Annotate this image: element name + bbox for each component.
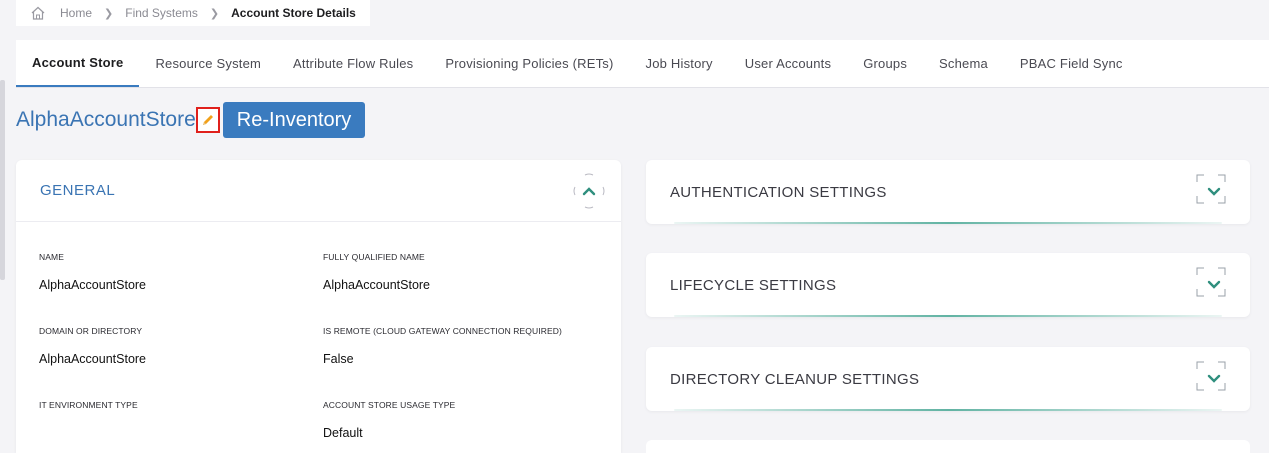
field-value: AlphaAccountStore [39, 352, 147, 366]
field-label: IT ENVIRONMENT TYPE [39, 400, 138, 410]
settings-title: LIFECYCLE SETTINGS [670, 276, 837, 294]
field-label: ACCOUNT STORE USAGE TYPE [323, 400, 456, 410]
tab-attribute-flow-rules[interactable]: Attribute Flow Rules [277, 40, 429, 87]
field-value: False [323, 352, 354, 366]
chevron-down-icon [1207, 374, 1221, 383]
chevron-right-icon: ❯ [104, 7, 114, 20]
breadcrumb: Home ❯ Find Systems ❯ Account Store Deta… [16, 0, 370, 26]
chevron-down-icon [1207, 187, 1221, 196]
tab-provisioning-policies[interactable]: Provisioning Policies (RETs) [429, 40, 629, 87]
tab-resource-system[interactable]: Resource System [139, 40, 277, 87]
field-label: IS REMOTE (CLOUD GATEWAY CONNECTION REQU… [323, 326, 562, 336]
field-label: FULLY QUALIFIED NAME [323, 252, 425, 262]
general-title: GENERAL [40, 182, 116, 199]
field-label: DOMAIN OR DIRECTORY [39, 326, 143, 336]
field-value: AlphaAccountStore [323, 278, 431, 292]
pencil-icon[interactable] [195, 107, 220, 133]
breadcrumb-current: Account Store Details [231, 6, 356, 20]
home-icon[interactable] [30, 6, 46, 20]
general-card-header: GENERAL [16, 160, 621, 222]
tab-pbac-field-sync[interactable]: PBAC Field Sync [1004, 40, 1139, 87]
expand-toggle-button[interactable] [1196, 174, 1232, 210]
chevron-down-icon [1207, 280, 1221, 289]
expand-toggle-button[interactable] [1196, 267, 1232, 303]
field-it-environment-type: IT ENVIRONMENT TYPE [39, 400, 319, 426]
settings-title: DIRECTORY CLEANUP SETTINGS [670, 370, 920, 388]
tab-user-accounts[interactable]: User Accounts [729, 40, 847, 87]
settings-title: AUTHENTICATION SETTINGS [670, 183, 887, 201]
field-fully-qualified-name: FULLY QUALIFIED NAME AlphaAccountStore [323, 252, 603, 292]
lifecycle-settings-card[interactable]: LIFECYCLE SETTINGS [646, 253, 1250, 317]
title-row: AlphaAccountStore Re-Inventory [16, 102, 366, 138]
field-label: NAME [39, 252, 64, 262]
chevron-right-icon: ❯ [209, 7, 220, 20]
breadcrumb-home[interactable]: Home [60, 6, 92, 20]
tab-groups[interactable]: Groups [847, 40, 923, 87]
tab-job-history[interactable]: Job History [630, 40, 729, 87]
tab-bar: Account Store Resource System Attribute … [16, 40, 1269, 88]
left-scroll-strip [0, 80, 5, 280]
directory-cleanup-settings-card[interactable]: DIRECTORY CLEANUP SETTINGS [646, 347, 1250, 411]
re-inventory-button[interactable]: Re-Inventory [222, 102, 366, 138]
tab-account-store[interactable]: Account Store [16, 40, 140, 87]
card-underline [674, 315, 1222, 317]
tab-schema[interactable]: Schema [923, 40, 1004, 87]
field-name: NAME AlphaAccountStore [39, 252, 319, 292]
card-underline [674, 222, 1222, 224]
expand-toggle-button[interactable] [1196, 361, 1232, 397]
collapse-toggle-button[interactable] [571, 173, 607, 209]
authentication-settings-card[interactable]: AUTHENTICATION SETTINGS [646, 160, 1250, 224]
general-card: GENERAL NAME AlphaAccountStore FULLY QUA… [16, 160, 621, 453]
card-underline [674, 409, 1222, 411]
breadcrumb-find-systems[interactable]: Find Systems [125, 6, 198, 20]
field-value: AlphaAccountStore [39, 278, 147, 292]
chevron-up-icon [582, 186, 596, 195]
field-is-remote: IS REMOTE (CLOUD GATEWAY CONNECTION REQU… [323, 326, 603, 366]
page-title: AlphaAccountStore [16, 108, 196, 131]
field-domain-or-directory: DOMAIN OR DIRECTORY AlphaAccountStore [39, 326, 319, 366]
field-value: Default [323, 426, 363, 440]
next-settings-card-partial [646, 440, 1250, 453]
field-account-store-usage-type: ACCOUNT STORE USAGE TYPE Default [323, 400, 603, 440]
